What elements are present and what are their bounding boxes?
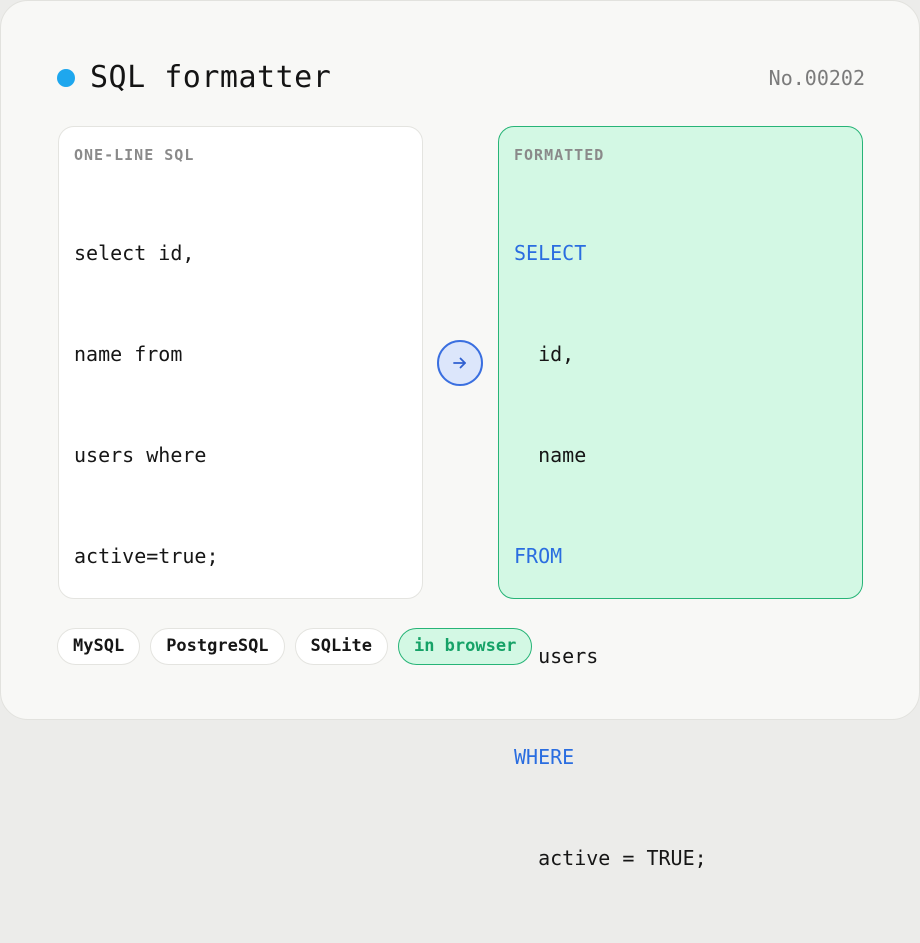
output-code: SELECT id, name FROM users WHERE active … [514,170,707,943]
chip-postgresql[interactable]: PostgreSQL [150,628,285,665]
arrow-right-icon [453,357,466,369]
convert-button[interactable] [437,340,483,386]
input-panel[interactable]: ONE-LINE SQL select id, name from users … [58,126,423,599]
status-dot [57,69,75,87]
page-title: SQL formatter [90,60,332,95]
input-panel-label: ONE-LINE SQL [74,146,195,164]
output-line-keyword: SELECT [514,241,587,266]
chip-in-browser[interactable]: in browser [397,628,533,665]
header: SQL formatter No.00202 [57,57,865,101]
serial-number: No.00202 [768,66,865,90]
output-line: users [538,644,599,669]
output-panel-label: FORMATTED [514,146,605,164]
output-line: id, [538,341,575,366]
output-line-keyword: WHERE [514,745,575,770]
input-code[interactable]: select id, name from users where active=… [74,170,219,640]
output-line: active = TRUE; [538,845,707,870]
output-line: name [538,442,587,467]
input-line: name from [74,341,183,366]
input-line: users where [74,442,207,467]
output-panel: FORMATTED SELECT id, name FROM users WHE… [498,126,863,870]
input-line: active=true; [74,543,219,568]
chip-sqlite[interactable]: SQLite [294,628,388,665]
input-line: select id, [74,241,195,266]
output-line-keyword: FROM [514,543,563,568]
dialect-chips: MySQL PostgreSQL SQLite in browser [57,628,533,665]
formatter-card: SQL formatter No.00202 ONE-LINE SQL sele… [0,0,920,870]
chip-mysql[interactable]: MySQL [57,628,141,665]
